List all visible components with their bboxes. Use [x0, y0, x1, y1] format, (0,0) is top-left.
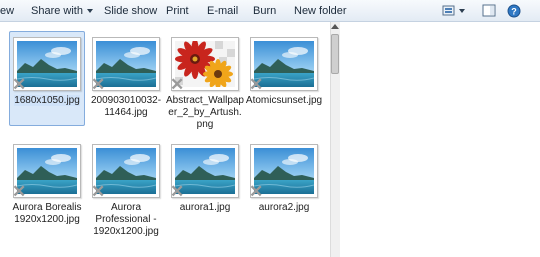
x-overlay-icon: ✕	[12, 182, 27, 201]
burn-label: Burn	[253, 5, 277, 17]
chevron-down-icon	[86, 9, 93, 14]
new-folder-button[interactable]: New folder	[294, 4, 347, 18]
file-thumbnail: ✕	[170, 37, 239, 94]
email-label: E-mail	[207, 5, 239, 17]
print-button[interactable]: Print	[166, 4, 189, 18]
print-label: Print	[166, 5, 189, 17]
scrollbar-thumb[interactable]	[331, 34, 339, 74]
file-item[interactable]: ✕ 1680x1050.jpg	[8, 31, 86, 126]
command-bar: ew Share with Slide show Print E-mail Bu…	[0, 0, 540, 22]
file-name: Atomicsunset.jpg	[245, 95, 323, 106]
file-item[interactable]: ✕ Aurora Borealis 1920x1200.jpg	[8, 139, 86, 226]
help-button[interactable]: ?	[507, 4, 521, 18]
file-name: 200903010032-11464.jpg	[90, 95, 162, 118]
file-thumbnail: ✕	[91, 37, 160, 94]
x-overlay-icon: ✕	[91, 75, 106, 94]
file-thumbnail: ✕	[249, 144, 318, 201]
file-item[interactable]: ✕ aurora2.jpg	[245, 139, 323, 214]
file-name: aurora2.jpg	[258, 202, 310, 213]
view-menu-label: ew	[0, 5, 15, 17]
new-folder-label: New folder	[294, 5, 347, 17]
file-item[interactable]: ✕ Abstract_Wallpaper_2_by_Artush.png	[166, 32, 244, 131]
file-thumbnail: ✕	[91, 144, 160, 201]
file-list[interactable]: ✕ 1680x1050.jpg ✕ 200903010032-11464.jpg ✕…	[0, 22, 330, 257]
file-name: Aurora Borealis 1920x1200.jpg	[12, 202, 82, 225]
file-thumbnail: ✕	[12, 37, 81, 94]
file-name: Aurora Professional - 1920x1200.jpg	[93, 202, 159, 237]
file-thumbnail: ✕	[12, 144, 81, 201]
slide-show-label: Slide show	[104, 5, 158, 17]
views-icon	[442, 5, 465, 16]
file-thumbnail: ✕	[249, 37, 318, 94]
svg-text:?: ?	[511, 7, 517, 17]
share-with-label: Share with	[31, 5, 83, 17]
preview-pane	[340, 22, 540, 257]
x-overlay-icon: ✕	[12, 75, 27, 94]
views-button[interactable]	[442, 4, 468, 17]
x-overlay-icon: ✕	[170, 182, 185, 201]
file-item[interactable]: ✕ 200903010032-11464.jpg	[87, 32, 165, 119]
share-with-button[interactable]: Share with	[31, 4, 93, 18]
file-name: 1680x1050.jpg	[14, 95, 80, 106]
file-name: Abstract_Wallpaper_2_by_Artush.png	[166, 95, 244, 130]
help-icon: ?	[507, 4, 521, 18]
email-button[interactable]: E-mail	[207, 4, 238, 18]
file-item[interactable]: ✕ Atomicsunset.jpg	[245, 32, 323, 107]
x-overlay-icon: ✕	[170, 75, 185, 94]
x-overlay-icon: ✕	[249, 75, 264, 94]
slide-show-button[interactable]: Slide show	[104, 4, 157, 18]
x-overlay-icon: ✕	[91, 182, 106, 201]
file-item[interactable]: ✕ Aurora Professional - 1920x1200.jpg	[87, 139, 165, 238]
file-item[interactable]: ✕ aurora1.jpg	[166, 139, 244, 214]
preview-pane-button[interactable]	[482, 4, 496, 17]
burn-button[interactable]: Burn	[253, 4, 276, 18]
view-menu-button[interactable]: ew	[0, 4, 14, 18]
file-thumbnail: ✕	[170, 144, 239, 201]
file-name: aurora1.jpg	[179, 202, 231, 213]
scroll-up-arrow-icon[interactable]	[331, 24, 339, 29]
preview-pane-icon	[482, 4, 496, 17]
x-overlay-icon: ✕	[249, 182, 264, 201]
